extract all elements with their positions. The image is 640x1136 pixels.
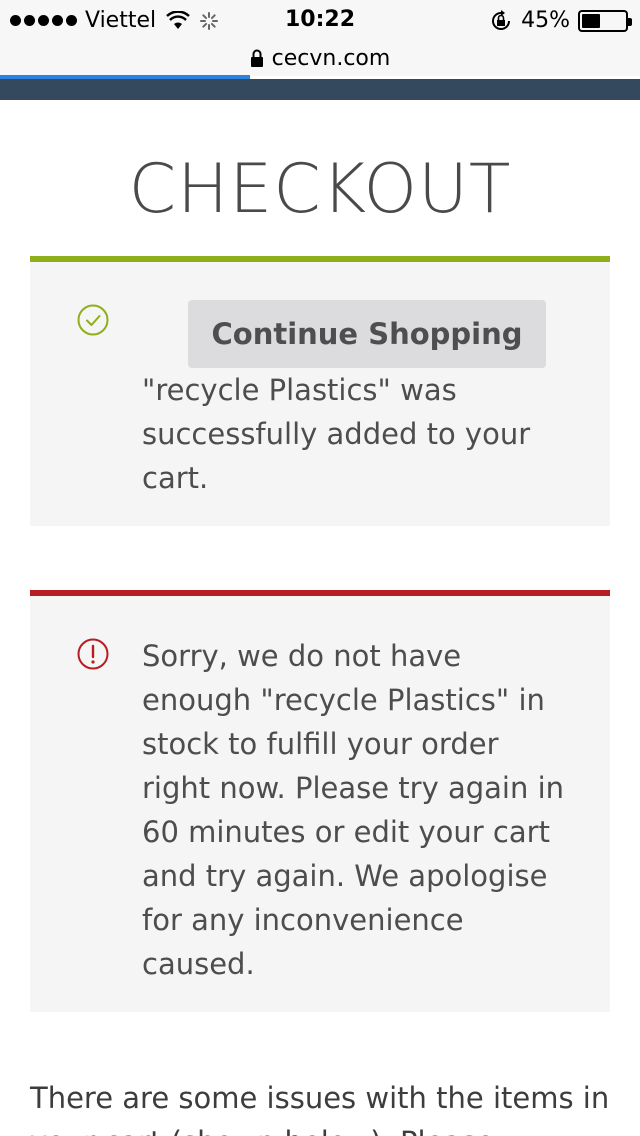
status-right: 45% — [489, 8, 632, 33]
orientation-lock-icon — [492, 9, 511, 30]
address-bar[interactable]: cecvn.com — [0, 40, 640, 76]
error-notice: Sorry, we do not have enough "recycle Pl… — [30, 590, 610, 1012]
status-bar: Viettel 10:22 45% — [0, 0, 640, 40]
exclamation-circle-icon — [77, 638, 109, 670]
cart-issues-text: There are some issues with the items in … — [30, 1081, 610, 1136]
battery-percent: 45% — [521, 8, 570, 33]
success-message: "recycle Plastics" was successfully adde… — [142, 373, 531, 495]
battery-icon — [578, 9, 632, 32]
url-text[interactable]: cecvn.com — [272, 46, 391, 71]
site-header — [0, 79, 640, 100]
check-circle-icon — [77, 304, 109, 336]
padlock-icon — [250, 49, 263, 67]
page-title: CHECKOUT — [128, 150, 512, 229]
continue-shopping-button[interactable]: Continue Shopping — [188, 300, 546, 368]
success-notice: Continue Shopping "recycle Plastics" was… — [30, 256, 610, 526]
error-message: Sorry, we do not have enough "recycle Pl… — [142, 639, 565, 981]
